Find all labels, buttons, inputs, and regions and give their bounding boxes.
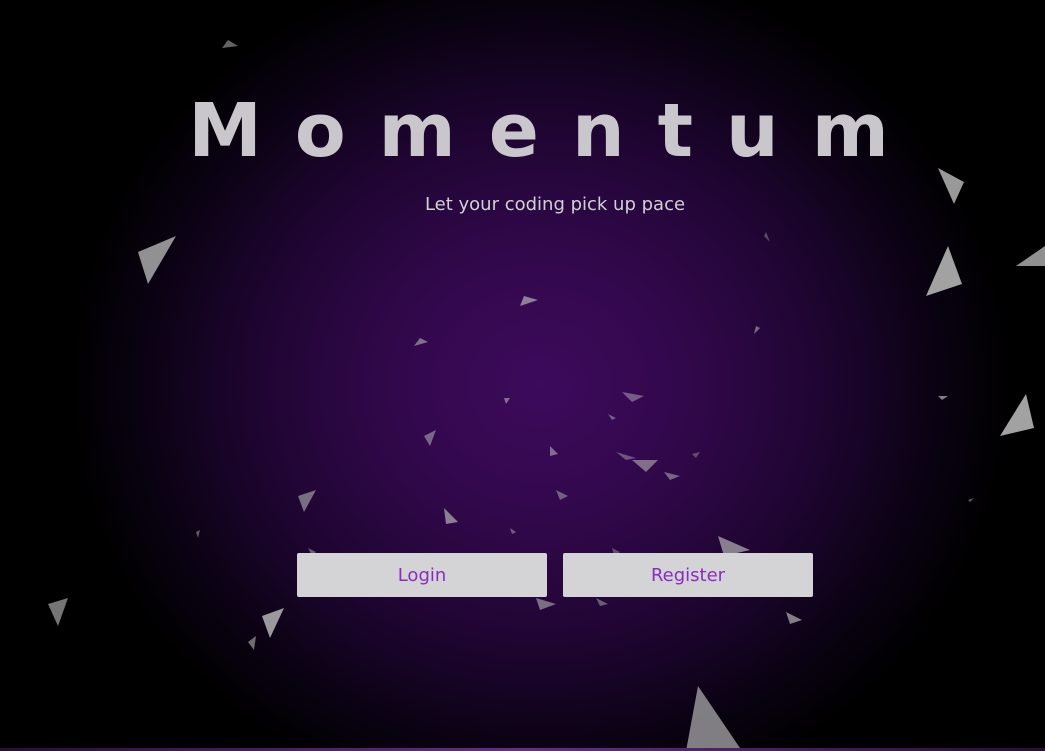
particle	[968, 498, 974, 502]
particle	[556, 490, 568, 500]
particle	[444, 508, 458, 524]
particle	[692, 452, 700, 458]
particle	[504, 398, 510, 404]
particle	[424, 430, 436, 446]
landing-screen: Momentum Let your coding pick up pace Lo…	[0, 0, 1045, 751]
particle	[754, 326, 760, 334]
particle	[298, 490, 316, 512]
particle	[926, 246, 962, 296]
particle	[48, 598, 68, 626]
particle	[414, 338, 428, 346]
particle	[596, 598, 608, 606]
particle	[764, 232, 770, 242]
login-button[interactable]: Login	[297, 553, 547, 597]
particle	[632, 460, 658, 472]
tagline: Let your coding pick up pace	[424, 194, 686, 215]
particle	[1016, 246, 1045, 266]
particle	[520, 296, 538, 306]
particle	[196, 530, 200, 538]
particle	[138, 236, 176, 284]
particle	[510, 528, 516, 534]
particle	[686, 686, 742, 751]
particle	[616, 452, 636, 460]
app-title: Momentum	[188, 88, 922, 174]
particle	[550, 446, 558, 456]
particle	[938, 396, 948, 400]
particle	[536, 598, 556, 610]
particle	[222, 40, 238, 48]
register-button[interactable]: Register	[563, 553, 813, 597]
particle	[608, 414, 616, 420]
particle	[786, 612, 802, 624]
particle	[248, 636, 256, 650]
particle	[1000, 394, 1034, 436]
particle	[664, 472, 680, 480]
particle	[262, 608, 284, 638]
particle	[622, 392, 644, 402]
